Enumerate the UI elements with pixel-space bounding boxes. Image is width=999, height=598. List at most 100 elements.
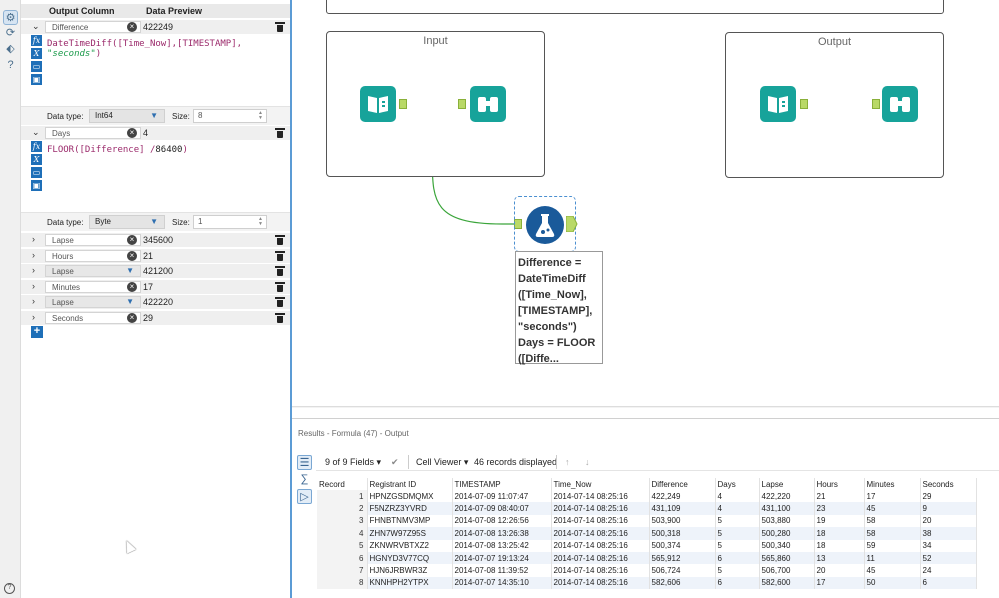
table-cell[interactable]: 565,912 <box>649 551 716 565</box>
table-cell[interactable]: 4 <box>715 502 760 515</box>
table-cell[interactable]: 500,374 <box>649 539 716 552</box>
table-cell[interactable]: 2014-07-14 08:25:16 <box>551 564 650 577</box>
delete-trash-icon[interactable] <box>275 21 285 33</box>
record-number-cell[interactable]: 8 <box>317 576 368 590</box>
table-view-icon[interactable]: ☰ <box>297 455 312 470</box>
table-cell[interactable]: 17 <box>864 490 921 503</box>
record-number-cell[interactable]: 6 <box>317 551 368 565</box>
table-cell[interactable]: 6 <box>715 551 760 565</box>
chevron-right-icon[interactable]: › <box>32 281 35 291</box>
chevron-right-icon[interactable]: › <box>32 250 35 260</box>
table-cell[interactable]: 500,280 <box>759 527 815 540</box>
function-fx-icon[interactable]: fx <box>31 141 42 152</box>
checkmark-icon[interactable]: ✔ <box>391 457 399 468</box>
table-cell[interactable]: 34 <box>920 539 977 552</box>
output-browse-tool[interactable] <box>882 86 918 122</box>
delete-trash-icon[interactable] <box>275 281 285 293</box>
table-row[interactable]: 8 KNNHPH2YTPX 2014-07-07 14:35:10 2014-07-1… <box>317 576 977 590</box>
chevron-right-icon[interactable]: › <box>32 234 35 244</box>
variable-x-icon[interactable]: X <box>31 48 42 59</box>
column-header[interactable]: Days <box>715 478 760 490</box>
delete-trash-icon[interactable] <box>275 127 285 139</box>
table-row[interactable]: 5 ZKNWRVBTXZ2 2014-07-08 13:25:42 2014-07-1… <box>317 539 977 552</box>
table-cell[interactable]: 18 <box>814 539 865 552</box>
expression-row-collapsed[interactable]: › Lapse × 345600 <box>21 232 290 247</box>
arrow-down-icon[interactable]: ↓ <box>585 457 590 467</box>
table-cell[interactable]: 11 <box>864 551 921 565</box>
table-row[interactable]: 2 F5NZRZ3YVRD 2014-07-09 08:40:07 2014-07-1… <box>317 502 977 515</box>
record-number-cell[interactable]: 3 <box>317 514 368 528</box>
spinner-icon[interactable]: ▲ ▼ <box>256 217 265 227</box>
table-cell[interactable]: 17 <box>814 576 865 590</box>
table-cell[interactable]: 5 <box>715 564 760 577</box>
record-number-cell[interactable]: 7 <box>317 564 368 577</box>
table-cell[interactable]: 2014-07-14 08:25:16 <box>551 527 650 540</box>
column-header[interactable]: TIMESTAMP <box>452 478 552 490</box>
table-cell[interactable]: 2014-07-08 13:26:38 <box>452 527 552 540</box>
table-cell[interactable]: 19 <box>814 514 865 528</box>
formula-tool[interactable] <box>526 206 564 244</box>
record-number-cell[interactable]: 5 <box>317 539 368 552</box>
table-cell[interactable]: 4 <box>715 490 760 503</box>
delete-trash-icon[interactable] <box>275 250 285 262</box>
delete-trash-icon[interactable] <box>275 265 285 277</box>
column-header[interactable]: Record <box>317 478 368 490</box>
expression-row-collapsed[interactable]: › Lapse ▼ 422220 <box>21 294 290 309</box>
table-cell[interactable]: 2014-07-14 08:25:16 <box>551 490 650 503</box>
table-cell[interactable]: 582,606 <box>649 576 716 590</box>
table-cell[interactable]: 503,880 <box>759 514 815 528</box>
function-fx-icon[interactable]: fx <box>31 35 42 46</box>
formula-text[interactable]: DateTimeDiff([Time_Now],[TIMESTAMP], "se… <box>47 39 290 59</box>
clear-icon[interactable]: × <box>127 282 137 292</box>
workflow-canvas[interactable]: Input Output Difference = DateTimeDiff (… <box>292 0 999 408</box>
metadata-icon[interactable]: ∑ <box>297 472 312 487</box>
configuration-gear-icon[interactable]: ⚙ <box>3 10 18 25</box>
column-header[interactable]: Registrant ID <box>367 478 453 490</box>
table-cell[interactable]: 24 <box>920 564 977 577</box>
table-cell[interactable]: FHNBTNMV3MP <box>367 514 453 528</box>
output-anchor[interactable] <box>399 99 407 109</box>
delete-trash-icon[interactable] <box>275 296 285 308</box>
table-cell[interactable]: 2014-07-08 11:39:52 <box>452 564 552 577</box>
spinner-icon[interactable]: ▲ ▼ <box>256 111 265 121</box>
table-cell[interactable]: 29 <box>920 490 977 503</box>
table-cell[interactable]: 500,340 <box>759 539 815 552</box>
expression-editor-days[interactable]: fx X ▭ ▣ FLOOR([Difference] /86400) <box>21 141 290 211</box>
table-cell[interactable]: 5 <box>715 514 760 528</box>
record-number-cell[interactable]: 2 <box>317 502 368 515</box>
open-expression-icon[interactable]: ▭ <box>31 61 42 72</box>
delete-trash-icon[interactable] <box>275 312 285 324</box>
table-cell[interactable]: 6 <box>715 576 760 590</box>
table-cell[interactable]: 18 <box>814 527 865 540</box>
table-cell[interactable]: 2014-07-14 08:25:16 <box>551 551 650 565</box>
save-expression-icon[interactable]: ▣ <box>31 180 42 191</box>
chevron-right-icon[interactable]: › <box>32 312 35 322</box>
expression-row-collapsed[interactable]: › Seconds × 29 <box>21 310 290 325</box>
output-field-input[interactable]: Lapse ▼ <box>45 296 141 308</box>
help-icon[interactable]: ? <box>3 58 18 73</box>
table-cell[interactable]: 506,700 <box>759 564 815 577</box>
expression-row-collapsed[interactable]: › Hours × 21 <box>21 248 290 263</box>
table-cell[interactable]: 2014-07-14 08:25:16 <box>551 539 650 552</box>
table-cell[interactable]: 59 <box>864 539 921 552</box>
output-input-data-tool[interactable] <box>760 86 796 122</box>
column-header[interactable]: Seconds <box>920 478 977 490</box>
variable-x-icon[interactable]: X <box>31 154 42 165</box>
table-cell[interactable]: 2014-07-07 14:35:10 <box>452 576 552 590</box>
table-cell[interactable]: HPNZGSDMQMX <box>367 490 453 503</box>
table-cell[interactable]: HGNYD3V77CQ <box>367 551 453 565</box>
table-cell[interactable]: ZHN7W97Z95S <box>367 527 453 540</box>
size-input[interactable]: 1 ▲ ▼ <box>193 215 267 229</box>
table-cell[interactable]: 20 <box>814 564 865 577</box>
record-number-cell[interactable]: 1 <box>317 490 368 503</box>
expression-row-difference[interactable]: ⌄ Difference × 422249 <box>21 19 290 34</box>
table-cell[interactable]: 431,100 <box>759 502 815 515</box>
data-type-select[interactable]: Byte ▼ <box>89 215 165 229</box>
size-input[interactable]: 8 ▲ ▼ <box>193 109 267 123</box>
table-cell[interactable]: 2014-07-09 08:40:07 <box>452 502 552 515</box>
formula-text[interactable]: FLOOR([Difference] /86400) <box>47 145 188 155</box>
input-container[interactable]: Input <box>326 31 545 177</box>
table-cell[interactable]: 431,109 <box>649 502 716 515</box>
table-cell[interactable]: HJN6JRBWR3Z <box>367 564 453 577</box>
table-cell[interactable]: 2014-07-08 13:25:42 <box>452 539 552 552</box>
